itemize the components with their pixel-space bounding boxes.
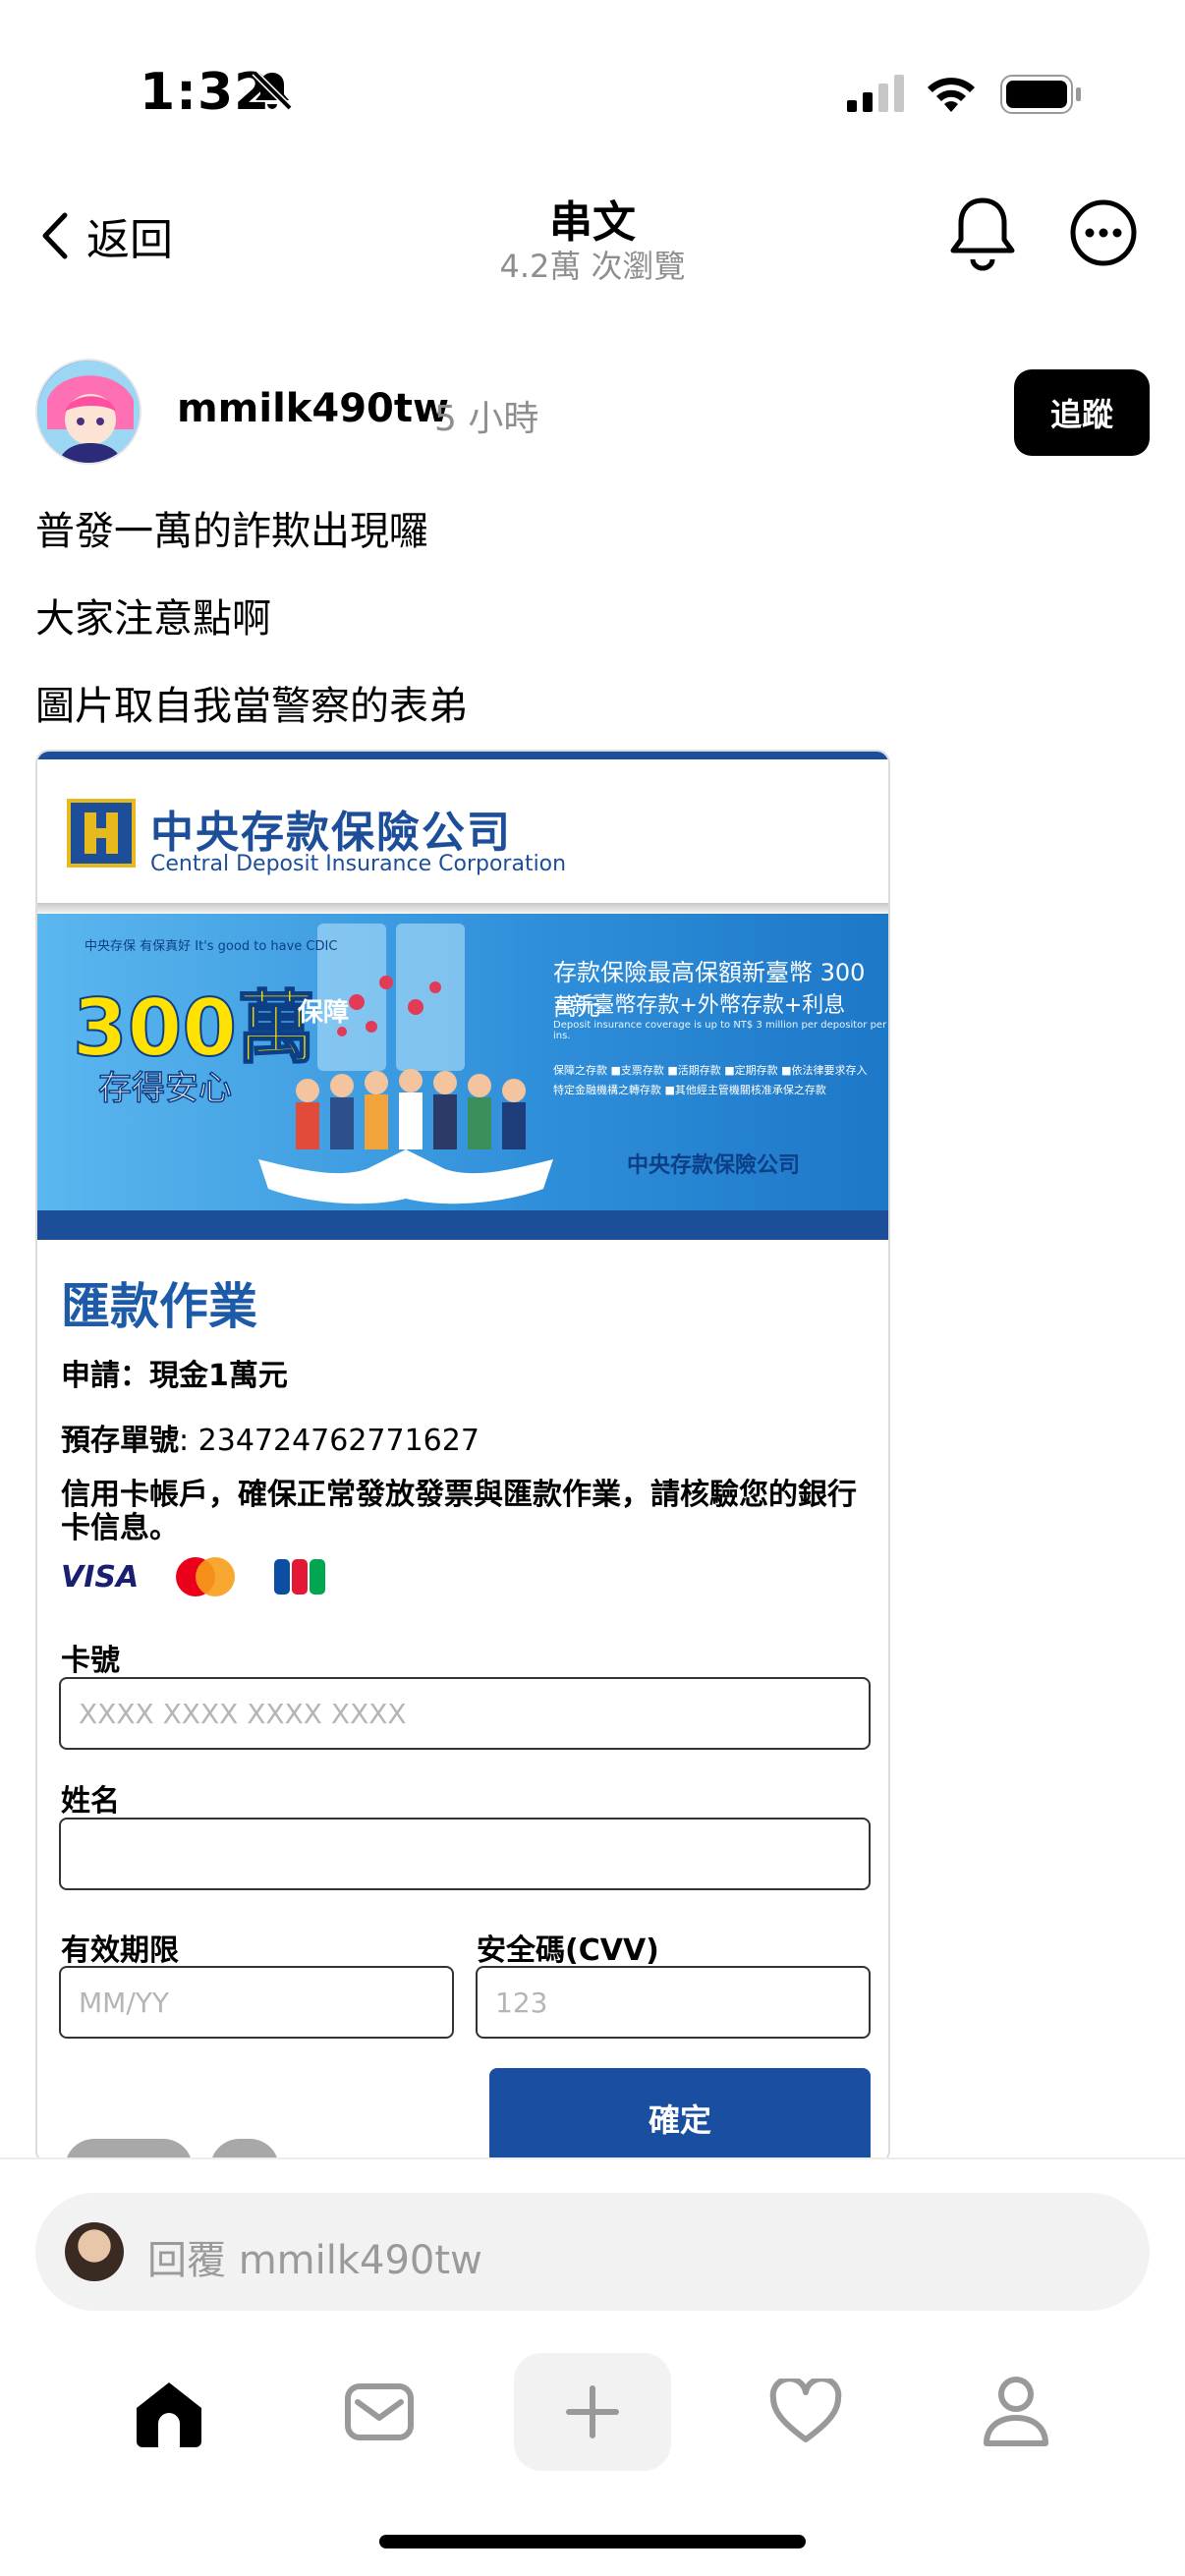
profile-icon: [984, 2377, 1048, 2446]
heart-icon: [769, 2379, 842, 2442]
banner-tagline: 中央存保 有保真好 It's good to have CDIC: [85, 939, 338, 954]
form-instruction: 信用卡帳戶，確保正常發放發票與匯款作業，請核驗您的銀行卡信息。: [61, 1478, 857, 1545]
jcb-logo: [274, 1559, 326, 1595]
post-image[interactable]: 中央存款保險公司 Central Deposit Insurance Corpo…: [35, 750, 890, 2164]
visa-logo: VISA: [61, 1559, 140, 1595]
battery-icon: [1000, 75, 1081, 114]
tab-profile[interactable]: [937, 2353, 1095, 2471]
banner-org-logo: 中央存款保險公司: [627, 1153, 801, 1178]
wifi-icon: [928, 78, 975, 112]
post-text-line: 大家注意點啊: [35, 596, 271, 642]
form-title: 匯款作業: [61, 1278, 257, 1335]
avatar-image: [37, 361, 140, 463]
reply-placeholder: 回覆 mmilk490tw: [147, 2238, 482, 2283]
tab-new-post[interactable]: [514, 2353, 671, 2471]
header-separator: [37, 903, 888, 913]
post-text-line: 普發一萬的詐欺出現囉: [35, 509, 428, 554]
tab-home[interactable]: [90, 2353, 248, 2471]
author-username[interactable]: mmilk490tw: [177, 386, 449, 431]
notifications-bell-icon[interactable]: [945, 193, 1020, 275]
name-label: 姓名: [61, 1784, 120, 1819]
cvv-field: 123: [476, 1966, 871, 2039]
cdic-logo-mark: [85, 812, 118, 854]
cvv-label: 安全碼(CVV): [477, 1933, 659, 1968]
status-bar: 1:32: [0, 0, 1185, 187]
card-number-label: 卡號: [61, 1644, 120, 1678]
tab-activity[interactable]: [727, 2353, 884, 2471]
post-text-line: 圖片取自我當警察的表弟: [35, 684, 468, 729]
org-name-en: Central Deposit Insurance Corporation: [150, 852, 567, 876]
follow-button[interactable]: 追蹤: [1014, 369, 1150, 456]
plus-icon: [566, 2385, 619, 2438]
post-time: 5 小時: [434, 399, 539, 439]
expiry-field: MM/YY: [59, 1966, 454, 2039]
apply-label: 申請：: [61, 1359, 149, 1393]
promo-banner: 中央存保 有保真好 It's good to have CDIC 300萬 保障…: [37, 914, 888, 1210]
deposit-number-line: 預存單號: 234724762771627: [61, 1416, 480, 1459]
reply-divider: [0, 2157, 1185, 2159]
current-user-avatar: [65, 2222, 124, 2281]
tab-messages[interactable]: [301, 2353, 458, 2471]
banner-guarantee: 保障: [298, 998, 350, 1028]
banner-deposit-types: 保障之存款 ■支票存款 ■活期存款 ■定期存款 ■依法律要求存入特定金融機構之轉…: [553, 1064, 868, 1096]
apply-line: 申請：現金1萬元: [61, 1351, 288, 1394]
mail-icon: [345, 2383, 414, 2440]
banner-coverage-en: Deposit insurance coverage is up to NT$ …: [553, 1020, 887, 1041]
banner-slogan: 存得安心: [98, 1069, 233, 1109]
deposit-number-label: 預存單號: [61, 1424, 179, 1458]
banner-coverage-formula: =新臺幣存款+外幣存款+利息: [553, 993, 846, 1018]
cellular-signal-icon: [847, 75, 904, 112]
author-avatar[interactable]: [35, 359, 141, 465]
more-options-icon[interactable]: [1069, 198, 1138, 267]
home-icon: [137, 2382, 201, 2447]
cdic-logo: [67, 799, 136, 868]
cdic-header: 中央存款保險公司 Central Deposit Insurance Corpo…: [37, 759, 888, 913]
confirm-button-in-image: 確定: [489, 2068, 871, 2162]
card-brands: VISA: [61, 1555, 327, 1598]
thread-header: 返回 串文 4.2萬 次瀏覽: [0, 187, 1185, 295]
expiry-label: 有效期限: [61, 1933, 179, 1968]
org-name-zh: 中央存款保險公司: [150, 808, 512, 858]
bell-muted-icon: [252, 70, 293, 111]
mastercard-logo: [176, 1557, 236, 1596]
image-top-border: [37, 752, 888, 759]
card-number-field: XXXX XXXX XXXX XXXX: [59, 1677, 871, 1750]
banner-bottom-strip: [37, 1210, 888, 1240]
name-field: [59, 1818, 871, 1890]
deposit-number-value: : 234724762771627: [179, 1424, 480, 1458]
apply-value: 現金1萬元: [149, 1359, 288, 1393]
home-indicator[interactable]: [379, 2535, 806, 2548]
